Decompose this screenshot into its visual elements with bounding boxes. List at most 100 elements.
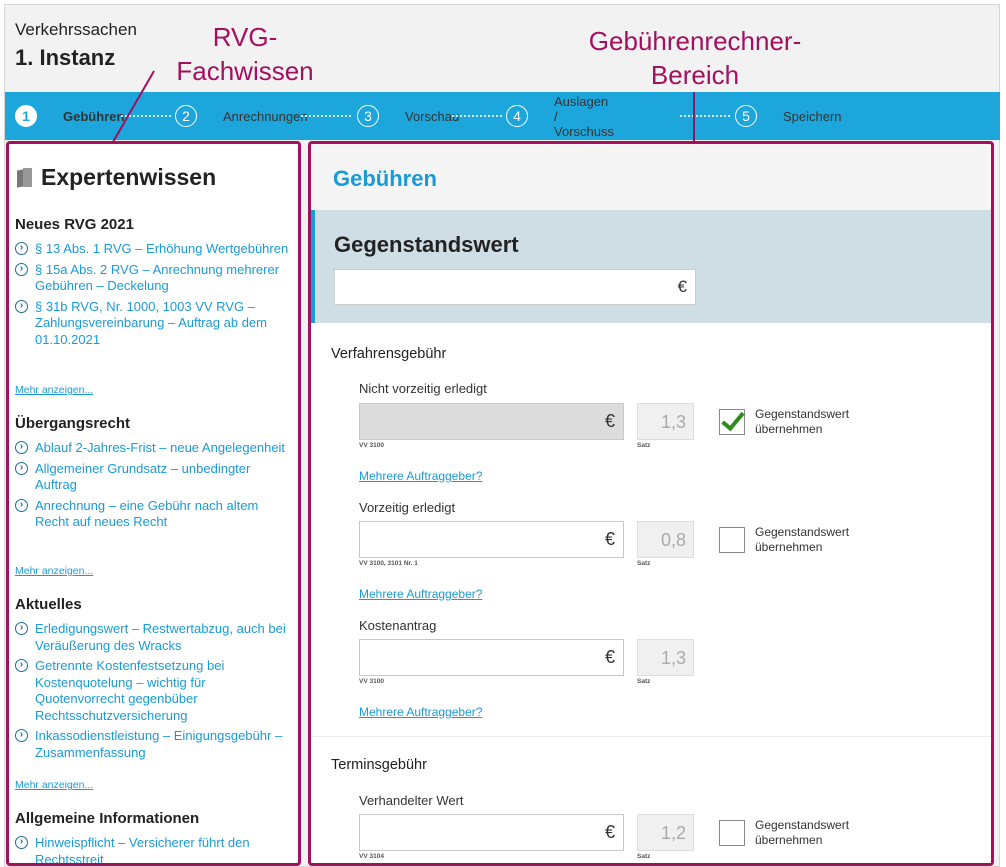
sidebar-link-text[interactable]: Ablauf 2-Jahres-Frist – neue Angelegenhe… bbox=[35, 440, 285, 455]
verhandelter-wert-input[interactable]: € bbox=[359, 814, 624, 851]
sidebar-link[interactable]: › Anrechnung – eine Gebühr nach altem Rec… bbox=[15, 498, 290, 531]
sidebar-link-text[interactable]: Inkassodienstleistung – Einigungsgebühr … bbox=[35, 728, 282, 760]
satz-input[interactable]: 1,2 bbox=[637, 814, 694, 851]
step-auslagen[interactable]: 4 Auslagen / Vorschuss bbox=[506, 94, 614, 139]
step-label: Anrechnungen bbox=[223, 108, 308, 124]
step-number: 2 bbox=[175, 105, 197, 127]
sidebar-link-text[interactable]: Anrechnung – eine Gebühr nach altem Rech… bbox=[35, 498, 258, 530]
vorzeitig-input[interactable]: € bbox=[359, 521, 624, 558]
nicht-vorzeitig-input[interactable]: € bbox=[359, 403, 624, 440]
step-label: Gebühren bbox=[63, 108, 125, 124]
checkbox-label-line: übernehmen bbox=[755, 833, 823, 847]
fee-form: Verfahrensgebühr Nicht vorzeitig erledig… bbox=[311, 323, 991, 863]
mehrere-auftraggeber-link[interactable]: Mehrere Auftraggeber? bbox=[359, 469, 482, 483]
euro-icon: € bbox=[604, 529, 615, 549]
checkbox-label: Gegenstandswert übernehmen bbox=[755, 407, 865, 437]
chevron-right-icon: › bbox=[15, 659, 28, 672]
sidebar-link[interactable]: › § 15a Abs. 2 RVG – Anrechnung mehrerer … bbox=[15, 262, 290, 295]
sidebar-link-text[interactable]: § 15a Abs. 2 RVG – Anrechnung mehrerer G… bbox=[35, 262, 279, 294]
annotation-pointer-line bbox=[693, 92, 695, 142]
satz-label: Satz bbox=[637, 442, 651, 449]
terminsgebuehr-heading: Terminsgebühr bbox=[331, 757, 427, 773]
sidebar-link[interactable]: › Getrennte Kostenfestsetzung bei Kostenq… bbox=[15, 658, 290, 724]
gegenstandswert-checkbox[interactable] bbox=[719, 409, 745, 435]
annotation-line: RVG- bbox=[212, 22, 278, 52]
satz-input[interactable]: 1,3 bbox=[637, 403, 694, 440]
checkbox-label-line: übernehmen bbox=[755, 540, 823, 554]
sidebar-section-aktuelles: Aktuelles › Erledigungswert – Restwertabz… bbox=[15, 596, 290, 765]
section-divider bbox=[311, 736, 991, 737]
kostenantrag-input[interactable]: € bbox=[359, 639, 624, 676]
annotation-gebuehrenrechner: Gebührenrechner- Bereich bbox=[560, 24, 830, 92]
field-label: Nicht vorzeitig erledigt bbox=[359, 381, 487, 396]
euro-icon: € bbox=[604, 411, 615, 431]
sidebar-section-heading: Neues RVG 2021 bbox=[15, 216, 134, 233]
sidebar-section-heading: Allgemeine Informationen bbox=[15, 810, 200, 827]
mehr-anzeigen-link[interactable]: Mehr anzeigen... bbox=[15, 779, 93, 791]
chevron-right-icon: › bbox=[15, 441, 28, 454]
book-icon bbox=[17, 167, 33, 188]
satz-input[interactable]: 1,3 bbox=[637, 639, 694, 676]
chevron-right-icon: › bbox=[15, 461, 28, 475]
step-label: Auslagen / Vorschuss bbox=[554, 93, 614, 139]
sidebar-link[interactable]: › Hinweispflicht – Versicherer führt den … bbox=[15, 835, 290, 863]
sidebar-link[interactable]: › Inkassodienstleistung – Einigungsgebühr… bbox=[15, 728, 290, 761]
sidebar-link[interactable]: › Allgemeiner Grundsatz – unbedingter Auf… bbox=[15, 461, 290, 494]
step-anrechnungen[interactable]: 2 Anrechnungen bbox=[175, 104, 308, 128]
verfahrensgebuehr-heading: Verfahrensgebühr bbox=[331, 346, 447, 362]
sidebar-link-text[interactable]: § 13 Abs. 1 RVG – Erhöhung Wertgebühren bbox=[35, 241, 288, 256]
annotation-line: Fachwissen bbox=[176, 56, 314, 86]
expertenwissen-sidebar: Expertenwissen Neues RVG 2021 › § 13 Abs.… bbox=[6, 141, 301, 866]
sidebar-section-allgemeine-informationen: Allgemeine Informationen › Hinweispflicht… bbox=[15, 810, 290, 863]
section-heading-gebuehren: Gebühren bbox=[333, 166, 437, 191]
satz-label: Satz bbox=[637, 678, 651, 685]
satz-input[interactable]: 0,8 bbox=[637, 521, 694, 558]
sidebar-link-text[interactable]: § 31b RVG, Nr. 1000, 1003 VV RVG – Zahlu… bbox=[35, 299, 267, 347]
sidebar-link[interactable]: › § 13 Abs. 1 RVG – Erhöhung Wertgebühren bbox=[15, 241, 290, 258]
sidebar-title: Expertenwissen bbox=[17, 164, 216, 191]
gebuehrenrechner-panel: Gebühren Gegenstandswert € Verfahrensgeb… bbox=[308, 141, 994, 866]
sidebar-section-heading: Aktuelles bbox=[15, 596, 82, 613]
sidebar-section-heading: Übergangsrecht bbox=[15, 415, 131, 432]
sidebar-link-text[interactable]: Hinweispflicht – Versicherer führt den R… bbox=[35, 835, 250, 863]
sidebar-link-text[interactable]: Erledigungswert – Restwertabzug, auch be… bbox=[35, 621, 286, 653]
sidebar-link[interactable]: › Ablauf 2-Jahres-Frist – neue Angelegenh… bbox=[15, 440, 290, 457]
satz-label: Satz bbox=[637, 560, 651, 567]
gegenstandswert-input[interactable]: € bbox=[334, 269, 696, 305]
step-number: 1 bbox=[15, 105, 37, 127]
vv-reference: VV 3100, 3101 Nr. 1 bbox=[359, 560, 418, 567]
checkbox-label: Gegenstandswert übernehmen bbox=[755, 525, 865, 555]
step-divider bbox=[680, 115, 730, 117]
mehr-anzeigen-link[interactable]: Mehr anzeigen... bbox=[15, 384, 93, 396]
step-navigation: 1 Gebühren 2 Anrechnungen 3 Vorschau 4 A… bbox=[5, 92, 1000, 140]
step-number: 5 bbox=[735, 105, 757, 127]
step-number: 4 bbox=[506, 105, 528, 127]
chevron-right-icon: › bbox=[15, 622, 28, 635]
vv-reference: VV 3100 bbox=[359, 442, 384, 449]
sidebar-title-text: Expertenwissen bbox=[41, 164, 217, 190]
chevron-right-icon: › bbox=[15, 242, 28, 255]
gegenstandswert-box: Gegenstandswert € bbox=[311, 210, 991, 323]
gegenstandswert-checkbox[interactable] bbox=[719, 527, 745, 553]
euro-icon: € bbox=[604, 822, 615, 842]
sidebar-link-text[interactable]: Allgemeiner Grundsatz – unbedingter Auft… bbox=[35, 461, 250, 493]
page-title: 1. Instanz bbox=[15, 45, 116, 70]
satz-label: Satz bbox=[637, 853, 651, 860]
mehrere-auftraggeber-link[interactable]: Mehrere Auftraggeber? bbox=[359, 587, 482, 601]
step-divider bbox=[301, 115, 351, 117]
mehrere-auftraggeber-link[interactable]: Mehrere Auftraggeber? bbox=[359, 705, 482, 719]
field-label: Verhandelter Wert bbox=[359, 793, 464, 808]
sidebar-link-text[interactable]: Getrennte Kostenfestsetzung bei Kostenqu… bbox=[35, 658, 224, 723]
field-label: Vorzeitig erledigt bbox=[359, 500, 456, 515]
sidebar-link[interactable]: › Erledigungswert – Restwertabzug, auch b… bbox=[15, 621, 290, 654]
page-subtitle: Verkehrssachen bbox=[15, 20, 137, 39]
step-divider bbox=[452, 115, 502, 117]
mehr-anzeigen-link[interactable]: Mehr anzeigen... bbox=[15, 565, 93, 577]
checkbox-label-line: Gegenstandswert bbox=[755, 525, 850, 539]
step-vorschau[interactable]: 3 Vorschau bbox=[357, 104, 459, 128]
step-gebuehren[interactable]: 1 Gebühren bbox=[15, 104, 124, 128]
gegenstandswert-checkbox[interactable] bbox=[719, 820, 745, 846]
sidebar-link[interactable]: › § 31b RVG, Nr. 1000, 1003 VV RVG – Zahl… bbox=[15, 299, 290, 349]
step-speichern[interactable]: 5 Speichern bbox=[735, 104, 842, 128]
field-label: Kostenantrag bbox=[359, 618, 437, 633]
